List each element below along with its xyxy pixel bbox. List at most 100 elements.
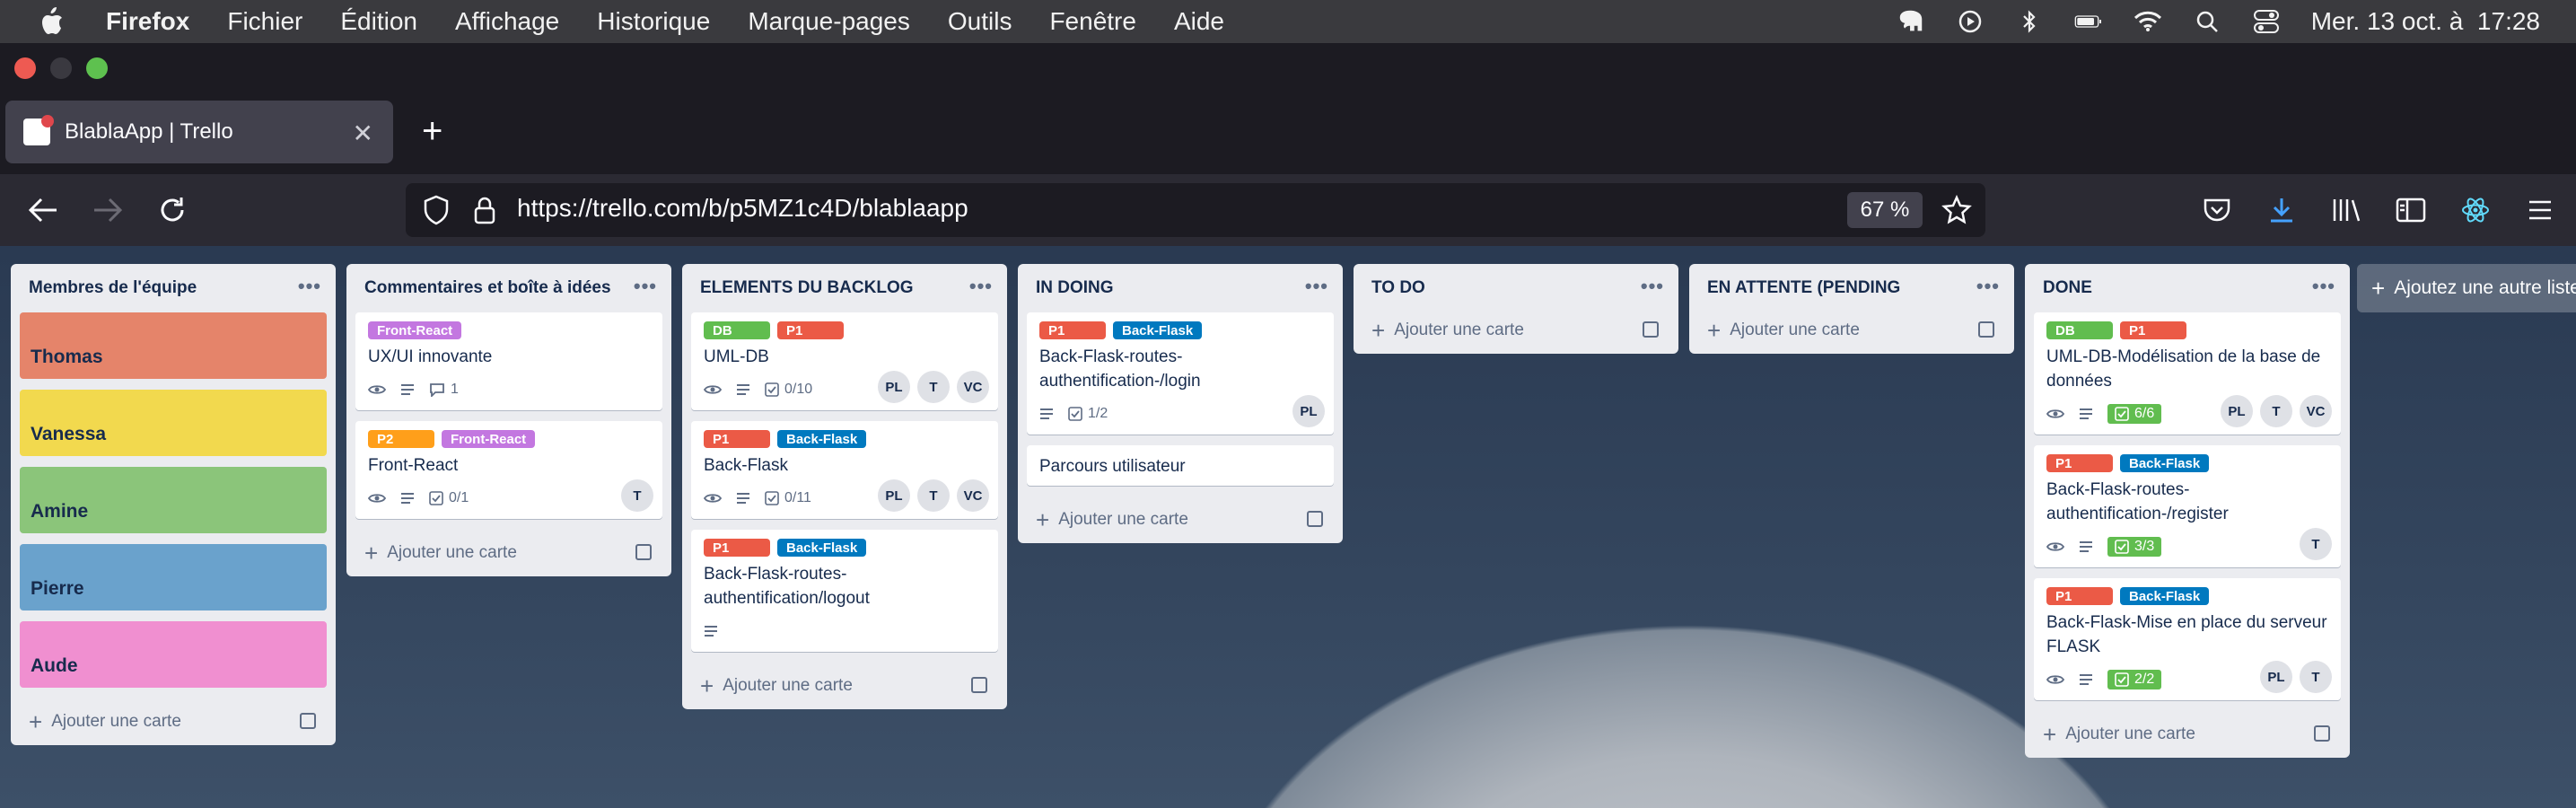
member-card-thomas[interactable]: Thomas <box>20 312 327 379</box>
list-title[interactable]: Membres de l'équipe <box>29 278 197 298</box>
add-card-button[interactable]: + Ajouter une carte <box>2025 711 2350 758</box>
list-header[interactable]: IN DOING ••• <box>1018 264 1343 312</box>
new-tab-icon[interactable]: + <box>422 111 442 152</box>
elephant-icon[interactable] <box>1897 7 1925 36</box>
card-template-icon[interactable] <box>1307 511 1323 527</box>
member-avatar[interactable]: T <box>2300 661 2332 693</box>
member-avatar[interactable]: VC <box>2300 395 2332 427</box>
add-card-button[interactable]: + Ajouter une carte <box>682 663 1007 709</box>
list-menu-icon[interactable]: ••• <box>1305 275 1328 298</box>
menu-fichier[interactable]: Fichier <box>227 7 302 36</box>
list-menu-icon[interactable]: ••• <box>1976 275 2000 298</box>
member-avatar[interactable]: PL <box>2260 661 2292 693</box>
member-card-amine[interactable]: Amine <box>20 467 327 533</box>
add-card-button[interactable]: + Ajouter une carte <box>11 698 336 745</box>
card-template-icon[interactable] <box>635 544 652 560</box>
list-title[interactable]: EN ATTENTE (PENDING <box>1707 278 1900 298</box>
card[interactable]: P2 Front-React Front-React 0/1 T <box>355 421 662 519</box>
list-title[interactable]: TO DO <box>1371 278 1425 298</box>
card[interactable]: Front-React UX/UI innovante 1 <box>355 312 662 410</box>
menu-firefox[interactable]: Firefox <box>106 7 189 36</box>
card[interactable]: Parcours utilisateur <box>1027 445 1334 486</box>
member-avatar[interactable]: T <box>917 371 950 403</box>
menu-marque-pages[interactable]: Marque-pages <box>748 7 910 36</box>
list-menu-icon[interactable]: ••• <box>969 275 993 298</box>
member-avatar[interactable]: PL <box>878 371 910 403</box>
list-header[interactable]: EN ATTENTE (PENDING ••• <box>1689 264 2014 312</box>
bluetooth-icon[interactable] <box>2015 7 2044 36</box>
battery-icon[interactable] <box>2074 7 2103 36</box>
list-header[interactable]: TO DO ••• <box>1354 264 1678 312</box>
browser-tab[interactable]: BlablaApp | Trello ✕ <box>5 101 393 163</box>
card[interactable]: P1 Back-Flask Back-Flask-routes-authenti… <box>691 530 998 652</box>
tab-close-icon[interactable]: ✕ <box>353 119 373 148</box>
window-close-button[interactable] <box>14 57 36 79</box>
member-avatar[interactable]: T <box>917 479 950 512</box>
list-menu-icon[interactable]: ••• <box>1641 275 1664 298</box>
apple-icon[interactable] <box>38 6 74 37</box>
list-header[interactable]: Membres de l'équipe ••• <box>11 264 336 312</box>
card-template-icon[interactable] <box>971 677 987 693</box>
member-card-pierre[interactable]: Pierre <box>20 544 327 610</box>
list-title[interactable]: Commentaires et boîte à idées <box>364 278 611 298</box>
member-avatar[interactable]: PL <box>1292 395 1325 427</box>
control-center-icon[interactable] <box>2252 7 2281 36</box>
add-list-button[interactable]: + Ajoutez une autre liste <box>2357 264 2576 312</box>
hamburger-menu-icon[interactable] <box>2520 190 2560 230</box>
menubar-datetime[interactable]: Mer. 13 oct. à 17:28 <box>2311 7 2540 36</box>
list-header[interactable]: Commentaires et boîte à idées ••• <box>346 264 671 312</box>
add-card-button[interactable]: + Ajouter une carte <box>1018 496 1343 543</box>
menu-historique[interactable]: Historique <box>597 7 710 36</box>
shield-icon[interactable] <box>416 190 456 230</box>
list-header[interactable]: DONE ••• <box>2025 264 2350 312</box>
card-template-icon[interactable] <box>300 713 316 729</box>
list-title[interactable]: IN DOING <box>1036 278 1114 298</box>
window-zoom-button[interactable] <box>86 57 108 79</box>
sidebar-icon[interactable] <box>2391 190 2431 230</box>
member-avatar[interactable]: PL <box>2221 395 2253 427</box>
member-avatar[interactable]: T <box>621 479 653 512</box>
add-card-button[interactable]: + Ajouter une carte <box>346 530 671 576</box>
zoom-indicator[interactable]: 67 % <box>1847 192 1923 228</box>
url-text[interactable]: https://trello.com/b/p5MZ1c4D/blablaapp <box>517 194 968 223</box>
member-card-aude[interactable]: Aude <box>20 621 327 688</box>
menu-aide[interactable]: Aide <box>1174 7 1224 36</box>
forward-arrow-icon[interactable] <box>88 190 127 230</box>
card[interactable]: DB P1 UML-DB-Modélisation de la base de … <box>2034 312 2341 435</box>
card-template-icon[interactable] <box>2314 725 2330 742</box>
downloads-icon[interactable] <box>2262 190 2301 230</box>
card[interactable]: P1 Back-Flask Back-Flask 0/11 PL T VC <box>691 421 998 519</box>
menu-edition[interactable]: Édition <box>340 7 417 36</box>
list-header[interactable]: ELEMENTS DU BACKLOG ••• <box>682 264 1007 312</box>
list-menu-icon[interactable]: ••• <box>2312 275 2335 298</box>
list-menu-icon[interactable]: ••• <box>298 275 321 298</box>
menu-affichage[interactable]: Affichage <box>455 7 559 36</box>
member-avatar[interactable]: VC <box>957 479 989 512</box>
card[interactable]: P1 Back-Flask Back-Flask-Mise en place d… <box>2034 578 2341 700</box>
member-card-vanessa[interactable]: Vanessa <box>20 390 327 456</box>
member-avatar[interactable]: PL <box>878 479 910 512</box>
list-title[interactable]: DONE <box>2043 278 2092 298</box>
reload-icon[interactable] <box>153 190 192 230</box>
list-title[interactable]: ELEMENTS DU BACKLOG <box>700 278 914 298</box>
library-icon[interactable] <box>2326 190 2366 230</box>
card[interactable]: P1 Back-Flask Back-Flask-routes-authenti… <box>1027 312 1334 435</box>
add-card-button[interactable]: + Ajouter une carte <box>1689 307 2014 354</box>
card-template-icon[interactable] <box>1978 321 1994 338</box>
list-menu-icon[interactable]: ••• <box>634 275 657 298</box>
card[interactable]: P1 Back-Flask Back-Flask-routes-authenti… <box>2034 445 2341 567</box>
pocket-icon[interactable] <box>2197 190 2237 230</box>
spotlight-search-icon[interactable] <box>2193 7 2221 36</box>
bookmark-star-icon[interactable] <box>1937 190 1976 230</box>
member-avatar[interactable]: T <box>2260 395 2292 427</box>
member-avatar[interactable]: VC <box>957 371 989 403</box>
card[interactable]: DB P1 UML-DB 0/10 PL T VC <box>691 312 998 410</box>
window-minimize-button[interactable] <box>50 57 72 79</box>
react-devtools-icon[interactable] <box>2456 190 2495 230</box>
back-arrow-icon[interactable] <box>23 190 63 230</box>
add-card-button[interactable]: + Ajouter une carte <box>1354 307 1678 354</box>
wifi-icon[interactable] <box>2134 7 2162 36</box>
menu-outils[interactable]: Outils <box>948 7 1012 36</box>
member-avatar[interactable]: T <box>2300 528 2332 560</box>
card-template-icon[interactable] <box>1643 321 1659 338</box>
